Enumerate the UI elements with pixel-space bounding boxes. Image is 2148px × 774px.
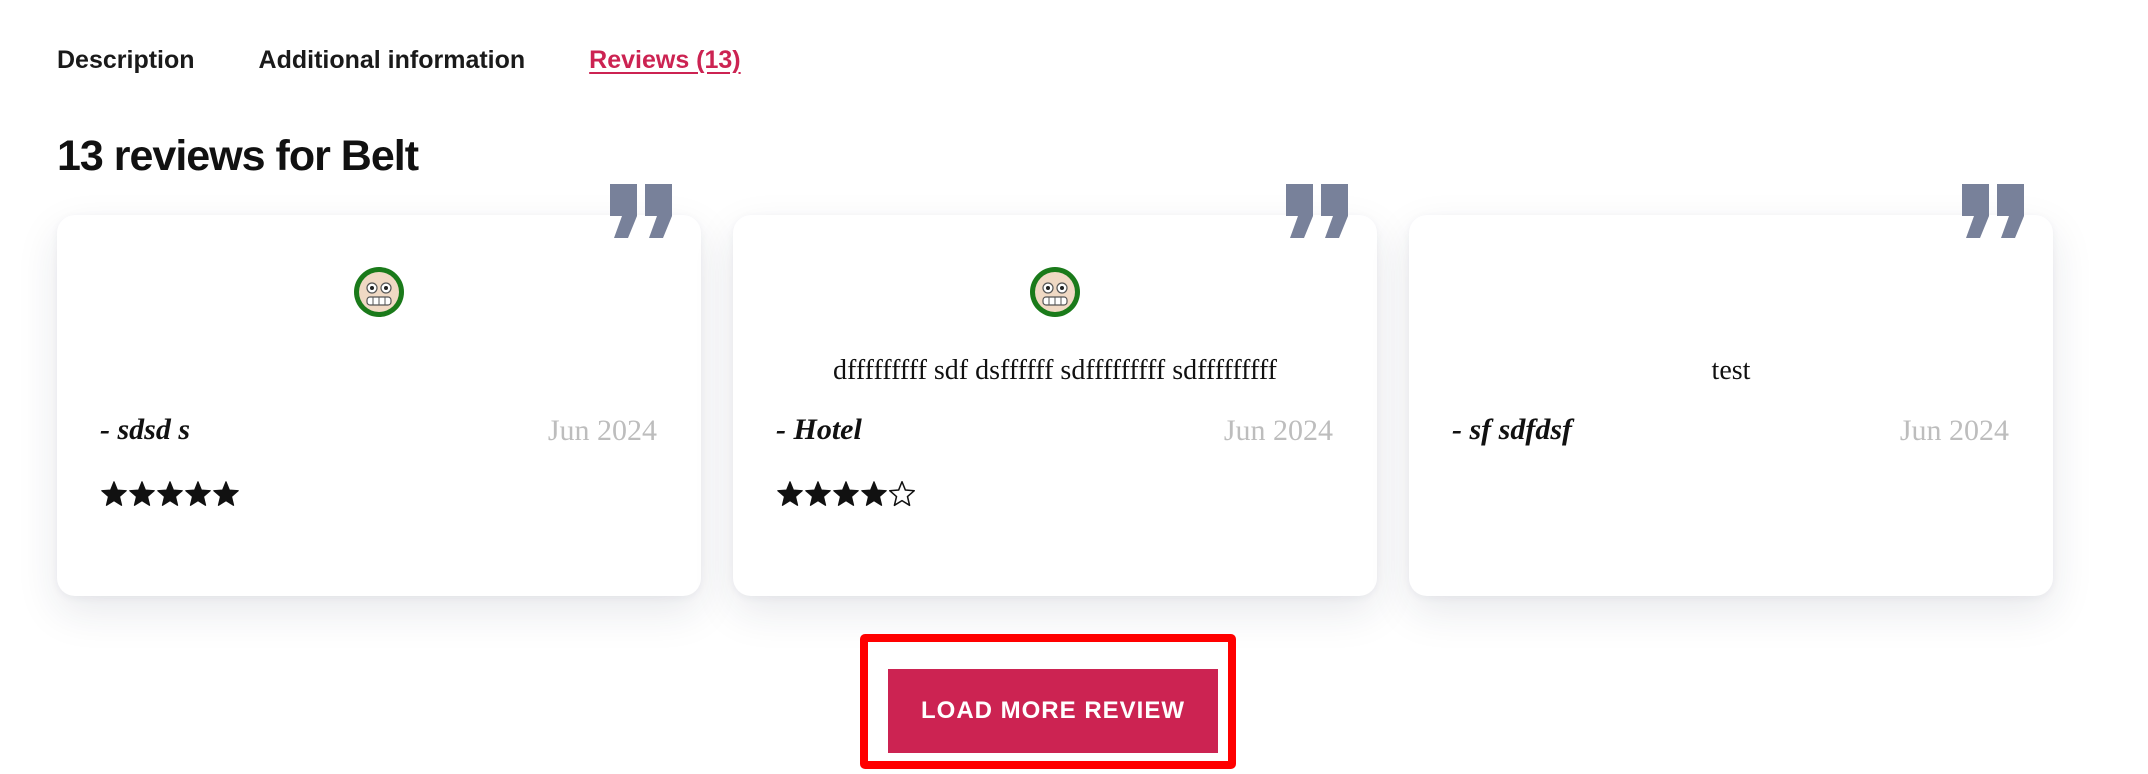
review-author: - sdsd s bbox=[100, 413, 191, 446]
quote-icon bbox=[1286, 184, 1348, 238]
tab-description[interactable]: Description bbox=[57, 46, 195, 75]
quote-icon bbox=[1962, 184, 2024, 238]
star-filled-icon bbox=[213, 481, 239, 506]
tab-reviews[interactable]: Reviews (13) bbox=[589, 46, 740, 75]
star-filled-icon bbox=[157, 481, 183, 506]
star-filled-icon bbox=[101, 481, 127, 506]
product-tabs: Description Additional information Revie… bbox=[57, 46, 741, 75]
star-filled-icon bbox=[129, 481, 155, 506]
quote-icon bbox=[610, 184, 672, 238]
review-date: Jun 2024 bbox=[547, 414, 657, 447]
reviews-heading: 13 reviews for Belt bbox=[57, 132, 419, 180]
load-more-review-button[interactable]: LOAD MORE REVIEW bbox=[888, 669, 1218, 753]
star-empty-icon bbox=[888, 480, 916, 507]
review-card: dfffffffff sdf dsffffff sdfffffffff sdff… bbox=[733, 184, 1377, 596]
star-filled-icon bbox=[861, 481, 887, 506]
star-rating bbox=[776, 480, 916, 508]
tab-additional-information[interactable]: Additional information bbox=[259, 46, 526, 75]
review-date: Jun 2024 bbox=[1223, 414, 1333, 447]
avatar-icon bbox=[1030, 267, 1080, 317]
star-rating bbox=[100, 480, 240, 508]
review-card: - sdsd s Jun 2024 bbox=[57, 184, 701, 596]
avatar-icon bbox=[354, 267, 404, 317]
review-text: test bbox=[1711, 355, 1751, 386]
star-filled-icon bbox=[805, 481, 831, 506]
review-date: Jun 2024 bbox=[1899, 414, 2009, 447]
star-filled-icon bbox=[833, 481, 859, 506]
star-filled-icon bbox=[185, 481, 211, 506]
review-card: test - sf sdfdsf Jun 2024 bbox=[1409, 184, 2053, 596]
review-text: dfffffffff sdf dsffffff sdfffffffff sdff… bbox=[833, 355, 1277, 386]
review-author: - sf sdfdsf bbox=[1452, 413, 1572, 446]
star-filled-icon bbox=[777, 481, 803, 506]
review-author: - Hotel bbox=[776, 413, 862, 446]
